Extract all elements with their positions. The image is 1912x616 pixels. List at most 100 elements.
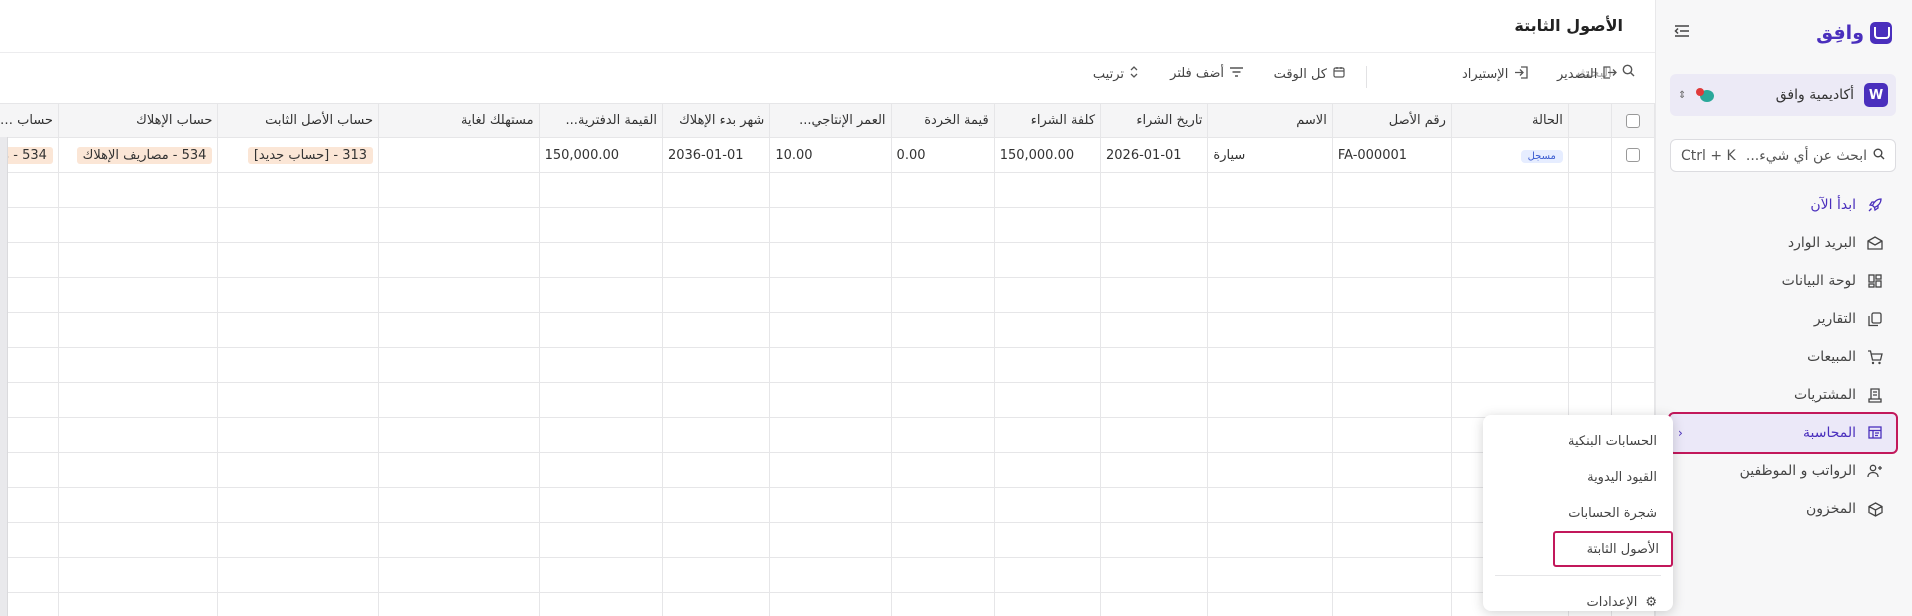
collapse-sidebar-icon[interactable] [1674,24,1690,42]
empty-cell [1331,557,1452,593]
empty-cell [217,557,380,593]
empty-cell [993,487,1102,523]
empty-cell [1450,207,1569,243]
depreciated-until-cell[interactable] [378,137,540,173]
submenu-item-journal-entries[interactable]: القيود اليدوية [1483,459,1673,495]
empty-cell [890,522,995,558]
app-logo[interactable]: وافِق [1816,22,1892,44]
empty-cell [538,382,663,418]
empty-cell [378,487,540,523]
empty-table-row [0,522,1655,558]
column-header-dep-start[interactable]: شهر بدء الإهلاك [661,103,771,138]
empty-cell [0,242,59,278]
empty-cell [1567,242,1613,278]
sidebar-item-inbox[interactable]: البريد الوارد [1670,224,1896,262]
empty-cell [890,347,995,383]
toolbar: البحث كل الوقت أضف فلتر ترتيب الإستيراد … [0,62,1655,92]
empty-cell [1100,452,1209,488]
purchase-date-cell[interactable]: 2026-01-01 [1100,137,1209,173]
empty-cell [1100,417,1209,453]
chevron-left-icon: ‹ [1678,426,1683,440]
column-header-useful-life[interactable]: العمر الإنتاجي... [769,103,892,138]
submenu-item-settings[interactable]: ⚙ الإعدادات [1483,584,1673,616]
sidebar-item-dashboard[interactable]: لوحة البيانات [1670,262,1896,300]
column-header-asset-account[interactable]: حساب الأصل الثابت [217,103,380,138]
salvage-value-cell[interactable]: 0.00 [890,137,995,173]
empty-cell [1207,382,1333,418]
add-filter-button[interactable]: أضف فلتر [1170,66,1243,81]
empty-cell [1207,557,1333,593]
accounting-submenu: الحسابات البنكية القيود اليدوية شجرة الح… [1483,415,1673,611]
empty-cell [993,382,1102,418]
asset-no-cell[interactable]: FA-000001 [1331,137,1452,173]
empty-cell [1331,312,1452,348]
dep-start-cell[interactable]: 2036-01-01 [661,137,771,173]
useful-life-cell[interactable]: 10.00 [769,137,892,173]
empty-cell [378,277,540,313]
empty-cell [890,312,995,348]
column-header-name[interactable]: الاسم [1207,103,1333,138]
sidebar-item-reports[interactable]: التقارير [1670,300,1896,338]
submenu-item-chart-of-accounts[interactable]: شجرة الحسابات [1483,495,1673,531]
empty-cell [0,592,59,616]
column-header-asset-no[interactable]: رقم الأصل [1331,103,1452,138]
column-header-salvage-value[interactable]: قيمة الخردة [890,103,995,138]
purchase-cost-cell[interactable]: 150,000.00 [993,137,1102,173]
export-button[interactable]: التصدير [1557,66,1618,83]
empty-cell [1450,242,1569,278]
sidebar-item-sales[interactable]: المبيعات [1670,338,1896,376]
dep-account-cell[interactable]: 534 - مصاريف الإهلاك [57,137,219,173]
empty-cell [57,347,219,383]
horizontal-scrollbar[interactable] [0,137,8,616]
empty-cell [1331,207,1452,243]
sidebar-item-payroll[interactable]: الرواتب و الموظفين [1670,452,1896,490]
table-row[interactable]: مسجل FA-000001 سيارة 2026-01-01 150,000.… [0,137,1655,173]
column-header-purchase-date[interactable]: تاريخ الشراء [1100,103,1209,138]
empty-cell [1100,522,1209,558]
workspace-name: أكاديمية وافق [1775,87,1854,103]
empty-cell [769,487,892,523]
users-icon [1866,462,1884,480]
column-header-depreciated-until[interactable]: مستهلك لغاية [378,103,540,138]
sidebar-item-start[interactable]: ابدأ الآن [1670,186,1896,224]
add-filter-label: أضف فلتر [1170,66,1224,81]
empty-table-row [0,172,1655,208]
calendar-icon [1333,66,1345,82]
column-header-purchase-cost[interactable]: كلفة الشراء [993,103,1102,138]
empty-cell [1450,172,1569,208]
sidebar-item-accounting[interactable]: المحاسبة ‹ [1668,412,1898,454]
select-all-checkbox[interactable] [1626,113,1641,128]
asset-account-cell[interactable]: 313 - [حساب جديد] [217,137,380,173]
acc-dep-account-cell[interactable]: 534 - مصاريف الإهلاك [0,137,59,173]
import-button[interactable]: الإستيراد [1462,66,1528,83]
empty-cell [538,487,663,523]
column-header-acc-dep-account[interactable]: حساب الإهلاك المتراكم [0,103,59,138]
sidebar-item-purchases[interactable]: المشتريات [1670,376,1896,414]
empty-cell [378,172,540,208]
time-range-button[interactable]: كل الوقت [1274,66,1345,82]
search-icon [1622,64,1635,81]
empty-cell [1331,417,1452,453]
import-label: الإستيراد [1462,67,1509,82]
column-header-status[interactable]: الحالة [1450,103,1569,138]
empty-cell [378,452,540,488]
column-header-book-value[interactable]: القيمة الدفترية... [538,103,663,138]
sort-button[interactable]: ترتيب [1093,66,1138,82]
empty-cell [1207,487,1333,523]
empty-cell [1100,382,1209,418]
empty-cell [1100,242,1209,278]
sidebar-item-inventory[interactable]: المخزون [1670,490,1896,528]
submenu-item-bank-accounts[interactable]: الحسابات البنكية [1483,423,1673,459]
submenu-item-fixed-assets[interactable]: الأصول الثابتة [1553,531,1673,567]
global-search-input[interactable]: ابحث عن أي شيء... Ctrl + K [1670,139,1896,172]
book-value-cell[interactable]: 150,000.00 [538,137,663,173]
name-cell[interactable]: سيارة [1207,137,1333,173]
row-checkbox[interactable] [1626,148,1641,162]
empty-cell [993,592,1102,616]
sidebar-item-label: الرواتب و الموظفين [1739,463,1856,479]
empty-cell [57,592,219,616]
empty-cell [661,207,771,243]
workspace-switcher[interactable]: W أكاديمية وافق ⇕ [1670,74,1896,116]
sidebar-item-label: البريد الوارد [1787,235,1856,251]
column-header-dep-account[interactable]: حساب الإهلاك [57,103,219,138]
